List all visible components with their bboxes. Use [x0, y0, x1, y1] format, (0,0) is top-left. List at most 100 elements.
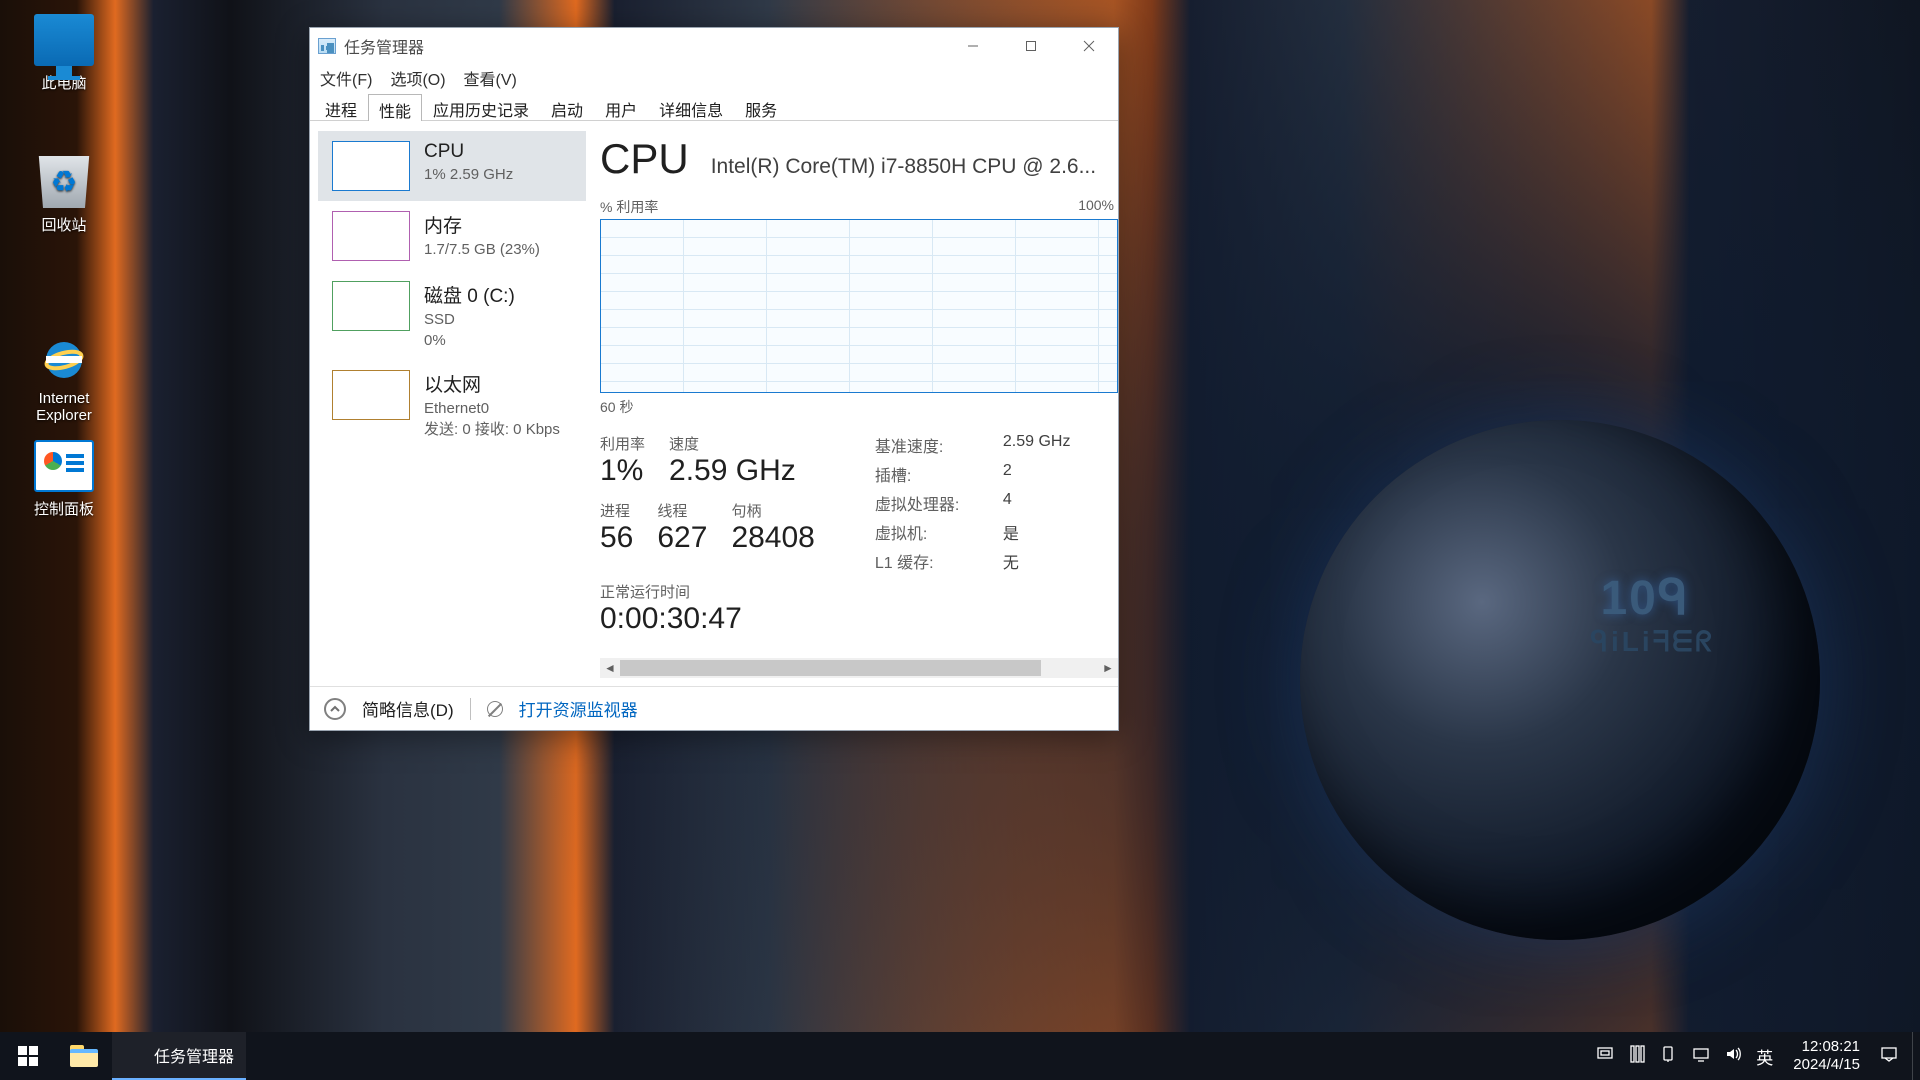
tab-performance[interactable]: 性能 [368, 94, 422, 121]
kv-value: 无 [1003, 549, 1071, 573]
kv-key: 虚拟处理器: [875, 491, 985, 515]
resmon-icon [487, 701, 503, 717]
network-thumb [332, 370, 410, 420]
clock-time: 12:08:21 [1793, 1038, 1860, 1056]
kv-value: 4 [1003, 491, 1071, 515]
scroll-thumb[interactable] [620, 660, 1041, 676]
scroll-right-icon[interactable]: ► [1098, 658, 1118, 678]
kv-value: 是 [1003, 520, 1071, 544]
sidebar-item-sub2: 0% [424, 332, 515, 350]
stat-label: 速度 [669, 433, 796, 454]
open-resmon-link[interactable]: 打开资源监视器 [519, 696, 638, 721]
menu-file[interactable]: 文件(F) [320, 66, 372, 90]
icon-label: Internet Explorer [14, 390, 114, 424]
maximize-button[interactable] [1002, 28, 1060, 63]
sidebar-item-sub: Ethernet0 [424, 400, 560, 418]
task-manager-icon [124, 1046, 146, 1064]
kv-value: 2 [1003, 462, 1071, 486]
sidebar-item-name: CPU [424, 141, 513, 163]
taskbar-clock[interactable]: 12:08:21 2024/4/15 [1787, 1038, 1866, 1074]
desktop: 10ᑫ ᑫiLiᖷᗴᖇ 此电脑 回收站 Internet Explorer 控制… [0, 0, 1920, 1080]
ime-indicator[interactable]: 英 [1756, 1044, 1773, 1069]
tray-icon[interactable] [1660, 1045, 1678, 1068]
tab-details[interactable]: 详细信息 [648, 93, 734, 120]
stat-label: 句柄 [731, 500, 814, 521]
icon-label: 控制面板 [14, 498, 114, 519]
perf-detail: CPU Intel(R) Core(TM) i7-8850H CPU @ 2.6… [586, 121, 1118, 686]
control-panel-icon [34, 440, 94, 492]
chart-y-max: 100% [1078, 197, 1114, 217]
collapse-button[interactable] [324, 698, 346, 720]
kv-key: 插槽: [875, 462, 985, 486]
task-manager-window: 任务管理器 文件(F) 选项(O) 查看(V) 进程 性能 应用历史记录 启动 … [309, 27, 1119, 731]
fewer-details-label[interactable]: 简略信息(D) [362, 696, 454, 721]
volume-icon[interactable] [1724, 1045, 1742, 1068]
scroll-left-icon[interactable]: ◄ [600, 658, 620, 678]
taskbar-task-manager[interactable]: 任务管理器 [112, 1032, 246, 1080]
cpu-chart [600, 219, 1118, 393]
stat-label: 利用率 [600, 433, 645, 454]
kv-value: 2.59 GHz [1003, 433, 1071, 457]
show-desktop-button[interactable] [1912, 1032, 1920, 1080]
kv-key: L1 缓存: [875, 549, 985, 573]
sidebar-item-sub: SSD [424, 311, 515, 329]
tray-icon[interactable] [1628, 1045, 1646, 1068]
sidebar-item-network[interactable]: 以太网 Ethernet0 发送: 0 接收: 0 Kbps [318, 360, 586, 449]
tray-icon[interactable] [1596, 1045, 1614, 1068]
horizontal-scrollbar[interactable]: ◄ ► [600, 658, 1118, 678]
desktop-icon-recycle-bin[interactable]: 回收站 [14, 156, 114, 235]
stat-value: 627 [657, 521, 707, 555]
close-button[interactable] [1060, 28, 1118, 63]
desktop-icon-control-panel[interactable]: 控制面板 [14, 440, 114, 519]
network-icon[interactable] [1692, 1045, 1710, 1068]
detail-model: Intel(R) Core(TM) i7-8850H CPU @ 2.6... [711, 155, 1096, 179]
sidebar-item-name: 以太网 [424, 370, 560, 397]
tab-startup[interactable]: 启动 [540, 93, 594, 120]
chart-y-label: % 利用率 [600, 197, 658, 217]
stat-value: 0:00:30:47 [600, 602, 815, 636]
kv-key: 基准速度: [875, 433, 985, 457]
system-tray: 英 12:08:21 2024/4/15 [1582, 1032, 1912, 1080]
detail-title: CPU [600, 135, 689, 183]
task-manager-icon [318, 38, 336, 54]
sidebar-item-cpu[interactable]: CPU 1% 2.59 GHz [318, 131, 586, 201]
memory-thumb [332, 211, 410, 261]
desktop-icon-ie[interactable]: Internet Explorer [14, 298, 114, 441]
sidebar-item-name: 磁盘 0 (C:) [424, 281, 515, 308]
stat-value: 2.59 GHz [669, 454, 796, 488]
minimize-button[interactable] [944, 28, 1002, 63]
titlebar[interactable]: 任务管理器 [310, 28, 1118, 63]
notifications-icon[interactable] [1880, 1045, 1898, 1068]
menu-options[interactable]: 选项(O) [390, 66, 445, 90]
recycle-bin-icon [34, 156, 94, 208]
desktop-icon-this-pc[interactable]: 此电脑 [14, 14, 114, 93]
tab-services[interactable]: 服务 [734, 93, 788, 120]
tab-users[interactable]: 用户 [594, 93, 648, 120]
icon-label: 回收站 [14, 214, 114, 235]
start-button[interactable] [0, 1032, 56, 1080]
stat-value: 56 [600, 521, 633, 555]
tab-app-history[interactable]: 应用历史记录 [422, 93, 540, 120]
tab-processes[interactable]: 进程 [314, 93, 368, 120]
menu-view[interactable]: 查看(V) [464, 66, 517, 90]
cpu-thumb [332, 141, 410, 191]
sidebar-item-sub2: 发送: 0 接收: 0 Kbps [424, 421, 560, 439]
sidebar-item-memory[interactable]: 内存 1.7/7.5 GB (23%) [318, 201, 586, 271]
sidebar-item-disk[interactable]: 磁盘 0 (C:) SSD 0% [318, 271, 586, 360]
chart-x-label: 60 秒 [600, 397, 1118, 417]
monitor-icon [34, 14, 94, 66]
tab-bar: 进程 性能 应用历史记录 启动 用户 详细信息 服务 [310, 93, 1118, 121]
disk-thumb [332, 281, 410, 331]
sidebar-item-name: 内存 [424, 211, 540, 238]
sidebar-item-sub: 1% 2.59 GHz [424, 166, 513, 184]
stat-label: 正常运行时间 [600, 581, 815, 602]
taskbar-file-explorer[interactable] [56, 1032, 112, 1080]
ie-icon [34, 315, 94, 367]
sidebar-item-sub: 1.7/7.5 GB (23%) [424, 241, 540, 259]
taskbar: 任务管理器 英 12:08:21 2024/4/15 [0, 1032, 1920, 1080]
stat-label: 进程 [600, 500, 633, 521]
window-title: 任务管理器 [344, 34, 424, 58]
stat-value: 1% [600, 454, 645, 488]
window-footer: 简略信息(D) 打开资源监视器 [310, 686, 1118, 730]
menu-bar: 文件(F) 选项(O) 查看(V) [310, 63, 1118, 93]
